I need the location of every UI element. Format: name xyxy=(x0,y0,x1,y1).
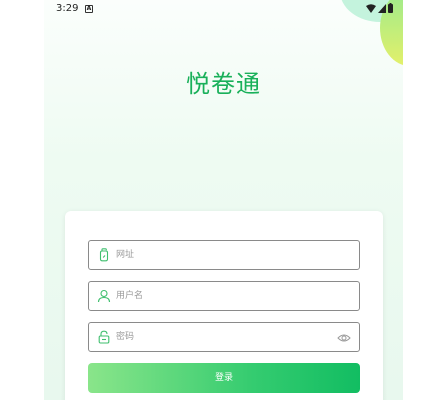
url-input[interactable] xyxy=(116,241,359,269)
app-title: 悦卷通 xyxy=(186,70,261,98)
battery-icon xyxy=(388,3,393,13)
notification-icon: A xyxy=(85,5,93,13)
signal-icon xyxy=(378,3,386,13)
link-icon xyxy=(97,248,111,262)
login-button[interactable]: 登录 xyxy=(88,363,360,393)
login-card: 登录 xyxy=(65,211,383,400)
username-input[interactable] xyxy=(116,282,359,310)
status-bar: 3:29 A xyxy=(44,0,403,20)
app-screen: 3:29 A 悦卷通 网址 用户名 登录 xyxy=(44,0,403,400)
lock-icon xyxy=(97,330,111,344)
user-icon xyxy=(97,289,111,303)
password-field-container[interactable] xyxy=(88,322,360,352)
url-field-container[interactable] xyxy=(88,240,360,270)
eye-icon[interactable] xyxy=(337,330,351,344)
password-input[interactable] xyxy=(116,323,337,351)
status-time: 3:29 xyxy=(56,3,79,14)
wifi-icon xyxy=(366,3,376,13)
status-indicators xyxy=(366,3,393,13)
username-field-container[interactable] xyxy=(88,281,360,311)
